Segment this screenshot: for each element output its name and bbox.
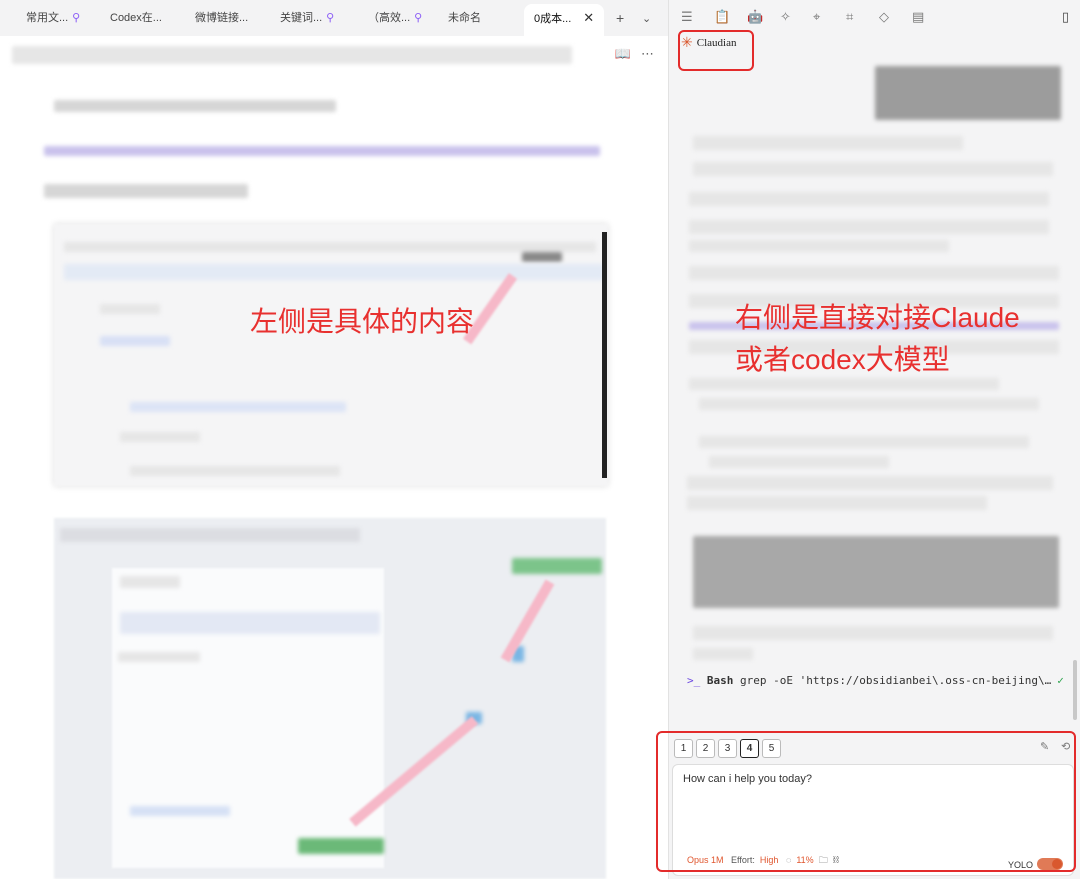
blurred-text <box>687 496 987 510</box>
tab-active[interactable]: 0成本... ✕ <box>524 4 605 36</box>
blurred-text <box>54 100 336 112</box>
blurred-text <box>693 162 1053 176</box>
tab-label: Codex在... <box>110 12 162 24</box>
tab-label: 常用文... <box>26 12 69 24</box>
blurred-text <box>64 264 604 280</box>
blurred-text <box>44 184 248 198</box>
list-icon[interactable]: ☰ <box>681 9 714 25</box>
tab-1[interactable]: 常用文... ⚲ <box>26 8 80 28</box>
label-icon[interactable]: ◇ <box>879 9 912 25</box>
code-block <box>693 536 1059 608</box>
pin-icon: ⚲ <box>72 12 81 24</box>
bash-tool-call[interactable]: >_ Bash grep -oE 'https://obsidianbei\.o… <box>687 674 1064 687</box>
highlight-box-input <box>656 731 1076 872</box>
tag-edit-icon[interactable]: ⌖ <box>813 9 846 25</box>
blurred-text <box>689 220 1049 234</box>
terminal-icon: >_ <box>687 674 701 687</box>
scrollbar[interactable] <box>1073 660 1077 720</box>
blurred-text <box>699 436 1029 448</box>
user-message <box>875 66 1061 120</box>
view-actions: 📖 ⋯ <box>605 46 654 62</box>
chevron-down-icon[interactable]: ⌄ <box>642 12 651 25</box>
check-icon: ✓ <box>1057 674 1064 687</box>
right-toolbar: ☰ 📋 🤖 ✧ ⌖ ⌗ ◇ ▤ <box>681 9 945 25</box>
sidebar-toggle-icon[interactable]: ▯ <box>1062 9 1069 25</box>
blurred-text <box>100 336 170 346</box>
blurred-text <box>709 456 889 468</box>
tab-label: 未命名 <box>448 12 481 24</box>
blurred-text <box>120 576 180 588</box>
close-icon[interactable]: ✕ <box>583 10 594 25</box>
blurred-text <box>120 432 200 442</box>
blurred-text <box>689 266 1059 280</box>
blurred-text <box>120 612 380 634</box>
tab-label: 0成本... <box>534 13 572 25</box>
blurred-text <box>100 304 160 314</box>
tab-3[interactable]: 微博链接... <box>195 8 248 28</box>
blurred-text <box>693 136 963 150</box>
blurred-text <box>12 46 572 64</box>
pin-icon: ⚲ <box>414 12 423 24</box>
tags-icon[interactable]: ⌗ <box>846 9 879 25</box>
blurred-text <box>693 626 1053 640</box>
bash-command: grep -oE 'https://obsidianbei\.oss-cn-be… <box>740 674 1052 687</box>
book-icon[interactable]: 📖 <box>615 46 631 61</box>
blurred-text <box>130 806 230 816</box>
plus-icon[interactable]: + <box>616 10 624 26</box>
tab-2[interactable]: Codex在... <box>110 8 162 28</box>
tab-label: 微博链接... <box>195 12 249 24</box>
tab-label: 关键词... <box>280 12 323 24</box>
image-edge <box>602 232 607 478</box>
blurred-text <box>699 398 1039 410</box>
tab-4[interactable]: 关键词... ⚲ <box>280 8 334 28</box>
wand-icon[interactable]: ✧ <box>780 9 813 25</box>
tab-label: （高效... <box>368 12 411 24</box>
blurred-text <box>689 378 999 390</box>
pin-icon: ⚲ <box>326 12 335 24</box>
blurred-link <box>44 146 600 156</box>
green-highlight <box>512 558 602 574</box>
blurred-text <box>130 466 340 476</box>
bot-icon[interactable]: 🤖 <box>747 9 780 25</box>
document-pane: 📖 ⋯ 左侧是具体的内容 <box>0 36 668 879</box>
clipboard-icon[interactable]: 📋 <box>714 9 747 25</box>
highlight-box-header <box>678 30 754 71</box>
bash-keyword: Bash <box>706 674 734 687</box>
blurred-text <box>64 242 596 252</box>
blurred-text <box>687 476 1053 490</box>
annotation-left: 左侧是具体的内容 <box>250 306 475 337</box>
blurred-text <box>689 192 1049 206</box>
blurred-text <box>689 240 949 252</box>
annotation-right-1: 右侧是直接对接Claude <box>735 302 1020 333</box>
blurred-text <box>60 528 360 542</box>
annotation-right-2: 或者codex大模型 <box>735 344 950 375</box>
archive-icon[interactable]: ▤ <box>912 9 945 25</box>
blurred-text <box>693 648 753 660</box>
blurred-text <box>522 252 562 262</box>
blurred-text <box>118 652 200 662</box>
more-icon[interactable]: ⋯ <box>641 46 654 61</box>
tab-5[interactable]: （高效... ⚲ <box>368 8 422 28</box>
green-highlight <box>298 838 384 854</box>
tab-bar: 常用文... ⚲ Codex在... 微博链接... 关键词... ⚲ （高效...… <box>0 0 668 36</box>
blurred-text <box>130 402 346 412</box>
tab-6[interactable]: 未命名 <box>448 8 481 28</box>
